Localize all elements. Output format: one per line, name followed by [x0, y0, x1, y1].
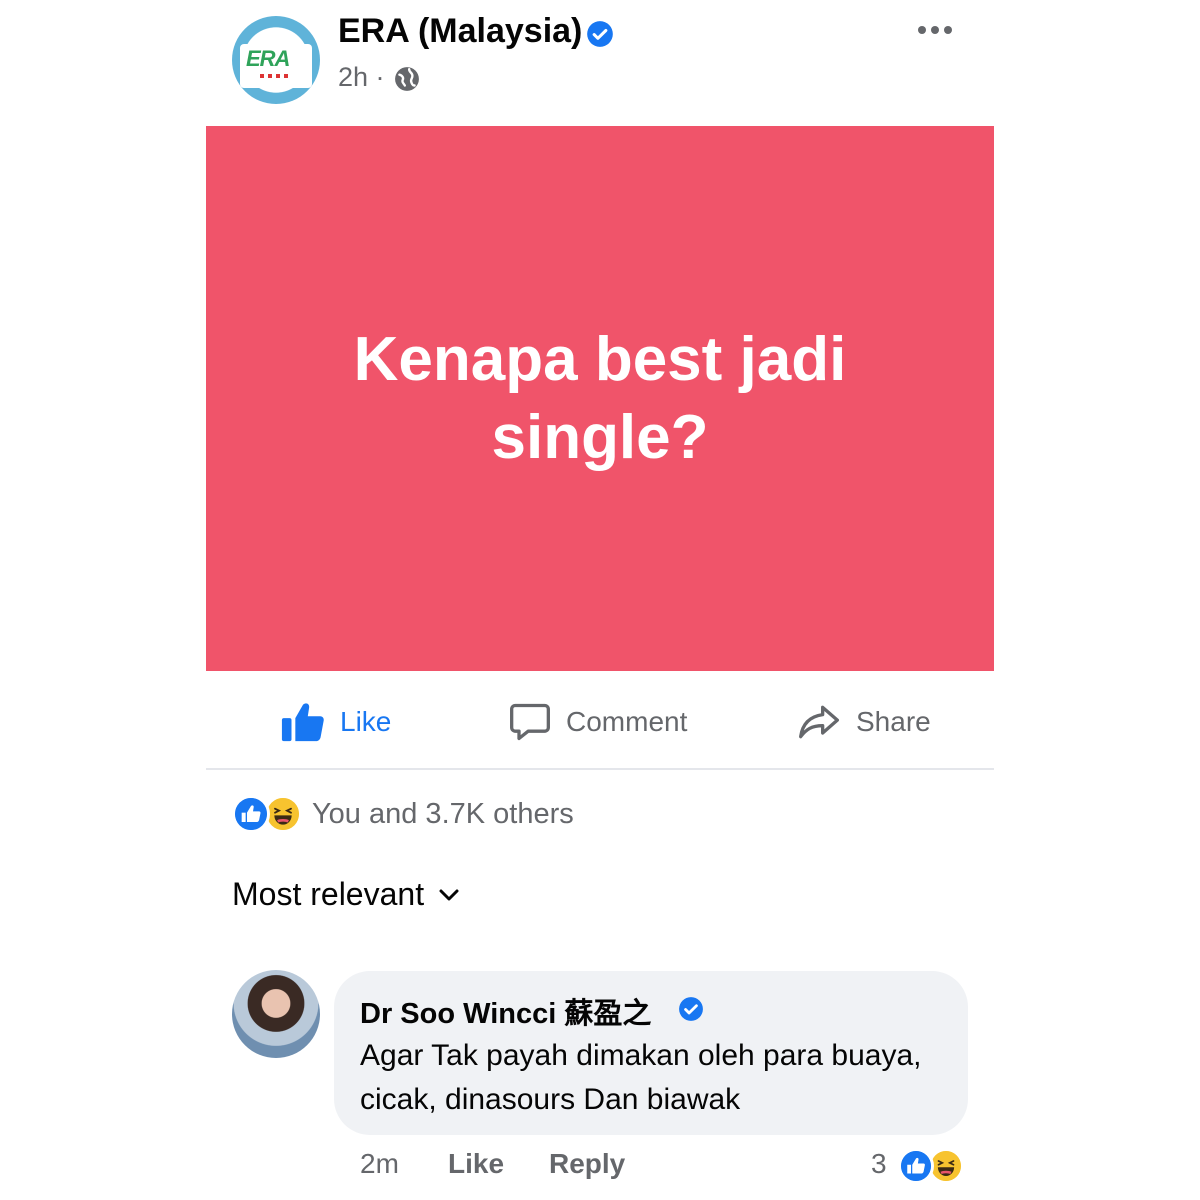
post-image[interactable]: Kenapa best jadi single? [206, 126, 994, 671]
reactions-count-text: You and 3.7K others [312, 797, 574, 830]
post-image-text: Kenapa best jadi single? [353, 324, 847, 472]
page-name[interactable]: ERA (Malaysia) [338, 12, 582, 51]
logo-dots [260, 74, 290, 78]
comment-icon [510, 703, 550, 741]
like-reaction-icon [898, 1148, 934, 1184]
more-options-icon[interactable] [914, 20, 956, 40]
verified-icon [679, 997, 703, 1021]
like-label: Like [340, 706, 392, 737]
commenter-name[interactable]: Dr Soo Wincci 蘇盈之 [360, 990, 651, 1032]
commenter-avatar[interactable] [232, 970, 320, 1058]
verified-icon [587, 21, 613, 47]
comment-like-button[interactable]: Like [448, 1148, 504, 1180]
sort-label: Most relevant [232, 876, 425, 912]
like-reaction-icon [232, 795, 270, 833]
comment-reply-button[interactable]: Reply [549, 1148, 625, 1180]
comment-reactions[interactable] [898, 1148, 964, 1184]
divider [206, 768, 994, 770]
comment-reaction-count[interactable]: 3 [871, 1148, 887, 1180]
comment-text: Agar Tak payah dimakan oleh para buaya, … [360, 1039, 922, 1116]
post-time[interactable]: 2h · [338, 62, 385, 93]
comment-label: Comment [566, 706, 688, 737]
era-logo-text: ERA [246, 46, 290, 71]
chevron-down-icon [439, 889, 459, 900]
globe-icon [395, 67, 419, 91]
page-avatar[interactable]: ERA [232, 16, 320, 104]
share-icon [799, 705, 839, 739]
reactions-summary[interactable]: You and 3.7K others [232, 794, 574, 834]
sort-dropdown[interactable]: Most relevant [232, 876, 460, 913]
share-button[interactable]: Share [796, 694, 931, 750]
thumbs-up-icon [281, 703, 324, 742]
share-label: Share [856, 706, 931, 737]
like-button[interactable]: Like [280, 694, 391, 750]
comment-button[interactable]: Comment [508, 694, 687, 750]
comment-time[interactable]: 2m [360, 1148, 399, 1180]
